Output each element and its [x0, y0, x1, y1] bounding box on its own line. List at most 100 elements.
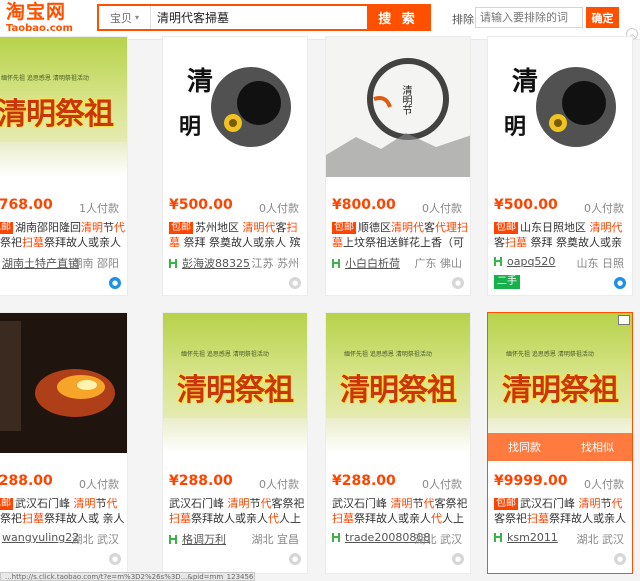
item-title-segment: 节 [249, 497, 261, 510]
wangwang-chat-icon[interactable]: ● [452, 553, 464, 565]
shop-icon [494, 533, 502, 542]
free-shipping-tag: 包邮 [0, 222, 13, 234]
item-title-segment: 节 [600, 497, 612, 510]
wangwang-chat-icon[interactable]: ● [289, 553, 301, 565]
wangwang-chat-icon[interactable]: ● [452, 277, 464, 289]
shop-link[interactable]: wangyuling22 [0, 531, 79, 544]
product-image[interactable]: 缅怀先祖 追思感恩 清明祭祖活动 清明祭祖 [163, 313, 307, 453]
item-title-segment: 代 [264, 221, 276, 234]
shop-location: 广东 佛山 [414, 257, 463, 270]
find-similar-button[interactable]: 找相似 [561, 433, 632, 461]
shop-location: 湖北 宜昌 [251, 533, 300, 546]
product-card[interactable]: 缅怀先祖 追思感恩 清明祭祖活动 清明祭祖 ¥288.00 0人付款 武汉石门峰 清明节… [162, 312, 308, 574]
free-shipping-tag: 包邮 [494, 222, 518, 234]
product-card[interactable]: 缅怀先祖 追思感恩 清明祭祖活动清明祭祖¥768.001人付款包邮湖南邵阳隆回清… [0, 36, 128, 296]
item-title[interactable]: 包邮湖南邵阳隆回清明节代客祭祀扫墓祭拜故人或亲人代 [0, 220, 127, 250]
item-title-segment: 祭拜故人或亲人 [191, 512, 268, 525]
product-image[interactable]: 清明节 [326, 37, 470, 177]
shop-name[interactable]: wangyuling22 [2, 531, 79, 544]
shop-link[interactable]: oapq520 [494, 255, 555, 268]
shop-location: 山东 日照 [576, 257, 625, 270]
wangwang-chat-icon[interactable]: ● [109, 553, 121, 565]
product-card[interactable]: 清明节 ¥800.00 0人付款包邮顺德区清明代客代理扫墓上坟祭祖送鲜花上香（可拍小… [325, 36, 471, 296]
product-image[interactable]: 缅怀先祖 追思感恩 清明祭祖活动 清明祭祖 [488, 313, 632, 453]
item-title[interactable]: 包邮山东日照地区 清明代客扫墓 祭拜 祭奠故人或亲人 [494, 220, 632, 250]
exclude-confirm-button[interactable]: 确定 [586, 7, 619, 28]
product-card[interactable]: 清明¥500.000人付款包邮山东日照地区 清明代客扫墓 祭拜 祭奠故人或亲人o… [487, 36, 633, 296]
image-title-text: 清明节 [400, 85, 411, 115]
exclude-words-input[interactable] [475, 7, 583, 28]
paid-count: 0人付款 [422, 202, 462, 215]
item-title[interactable]: 武汉石门峰 清明节代客祭祀扫墓祭拜故人或亲人代人上坟 [332, 496, 470, 526]
shop-name[interactable]: 湖南土特产直销 [2, 255, 79, 271]
image-subtitle: 缅怀先祖 追思感恩 清明祭祖活动 [344, 351, 432, 358]
find-same-style-button[interactable]: 找同款 [488, 433, 561, 461]
item-price: ¥800.00 [332, 197, 396, 213]
item-title-segment: 祭祀 [505, 512, 527, 525]
item-title-segment: 武汉石门峰 [332, 497, 391, 510]
product-image[interactable] [0, 313, 127, 453]
image-title-text: 清明祭祖 [0, 97, 114, 132]
product-image[interactable]: 缅怀先祖 追思感恩 清明祭祖活动 清明祭祖 [0, 37, 127, 177]
shop-icon [332, 533, 340, 542]
item-title-segment: 上坟祭祖送鲜花上香（可拍 [343, 236, 464, 249]
shop-name[interactable]: 彭海波88325 [182, 255, 250, 271]
search-category-select[interactable]: 宝贝 ▾ [99, 6, 151, 29]
wangwang-chat-icon[interactable]: ● [614, 553, 626, 565]
item-title-segment: 清明 [227, 497, 250, 510]
paid-count: 0人付款 [584, 478, 624, 491]
shop-name[interactable]: 格调万利 [182, 531, 226, 547]
product-image[interactable]: 缅怀先祖 追思感恩 清明祭祖活动清明祭祖 [326, 313, 470, 453]
shop-name[interactable]: oapq520 [507, 255, 555, 268]
shop-link[interactable]: 格调万利 [169, 531, 226, 547]
item-title[interactable]: 包邮武汉石门峰 清明节代客祭祀扫墓祭拜故人或 亲人代 [0, 496, 127, 526]
product-card[interactable]: 缅怀先祖 追思感恩 清明祭祖活动 清明祭祖 ¥288.00 0人付款 武汉石门峰 清明节… [325, 312, 471, 574]
image-title-text: 清明祭祖 [340, 373, 457, 408]
shop-link[interactable]: 湖南土特产直销 [0, 255, 79, 271]
product-image[interactable]: 清明 [488, 37, 632, 177]
product-card[interactable]: 清明 ¥500.00 0人付款包邮苏州地区 清明代客扫墓 祭拜 祭奠故人或亲人 殡葬… [162, 36, 308, 296]
item-title-segment: 祭拜故人或亲人 [44, 236, 121, 249]
search-button[interactable]: 搜 索 [367, 6, 429, 29]
shop-icon [169, 258, 177, 268]
shop-link[interactable]: 小白白析荷 [332, 255, 400, 271]
chevron-down-icon: ▾ [134, 13, 139, 22]
fire-photo-graphic [0, 313, 127, 453]
shop-name[interactable]: ksm2011 [507, 531, 558, 544]
compare-icon[interactable] [618, 315, 630, 325]
item-title-segment: 扫墓 [22, 512, 44, 525]
free-shipping-tag: 包邮 [169, 222, 193, 234]
wangwang-chat-icon[interactable]: ● [614, 277, 626, 289]
paid-count: 0人付款 [584, 202, 624, 215]
item-title-segment: 代 [431, 512, 442, 525]
product-image[interactable]: 清明 [163, 37, 307, 177]
item-title[interactable]: 包邮武汉石门峰 清明节代客祭祀扫墓祭拜故人或亲人代 [494, 496, 632, 526]
product-card[interactable]: ¥288.000人付款包邮武汉石门峰 清明节代客祭祀扫墓祭拜故人或 亲人代wan… [0, 312, 128, 574]
item-title[interactable]: 武汉石门峰 清明节代客祭祀扫墓祭拜故人或亲人代人上坟 [169, 496, 307, 526]
item-title-segment: 祭拜 祭奠故人或亲人 殡葬 [183, 236, 301, 249]
find-similar-bar: 找同款 找相似 [488, 433, 632, 461]
search-input[interactable] [157, 8, 357, 27]
shop-link[interactable]: ksm2011 [494, 531, 558, 544]
wangwang-chat-icon[interactable]: ● [289, 277, 301, 289]
shop-link[interactable]: 彭海波88325 [169, 255, 250, 271]
item-title-segment: 代 [268, 512, 279, 525]
item-title[interactable]: 包邮顺德区清明代客代理扫墓上坟祭祖送鲜花上香（可拍 [332, 220, 470, 250]
item-title-segment: 祭拜故人或亲人 [354, 512, 431, 525]
item-price: ¥768.00 [0, 197, 53, 213]
item-title-segment: 代 [423, 497, 435, 510]
shop-name[interactable]: 小白白析荷 [345, 255, 400, 271]
taobao-logo[interactable]: 淘宝网 Taobao.com [6, 2, 76, 36]
item-title-segment: 祭拜故人或 亲人 [44, 512, 125, 525]
item-title-segment: 代理扫 [435, 221, 468, 234]
item-price: ¥500.00 [169, 197, 233, 213]
image-char-qing: 清 [187, 67, 214, 97]
product-card[interactable]: 缅怀先祖 追思感恩 清明祭祖活动 清明祭祖 找同款 找相似 ¥9999.00 0人付款 包邮… [487, 312, 633, 574]
item-title-segment: 节 [412, 497, 424, 510]
item-title-segment: 客 [424, 221, 435, 234]
item-title-segment: 墓 [332, 236, 343, 249]
item-title-segment: 扫墓 [22, 236, 44, 249]
wangwang-chat-icon[interactable]: ● [109, 277, 121, 289]
image-subtitle: 缅怀先祖 追思感恩 清明祭祖活动 [506, 351, 594, 358]
item-title[interactable]: 包邮苏州地区 清明代客扫墓 祭拜 祭奠故人或亲人 殡葬 [169, 220, 307, 250]
